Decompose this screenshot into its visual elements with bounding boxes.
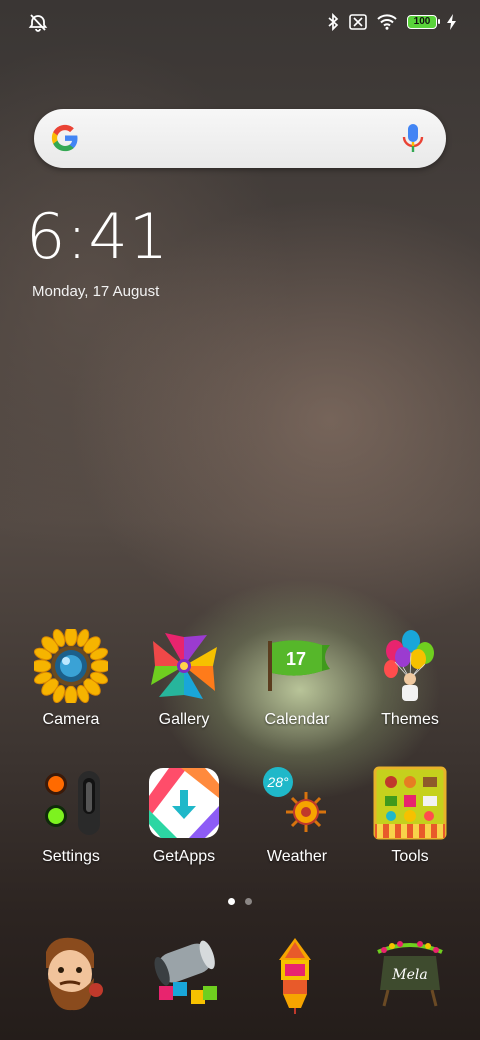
browser-lantern-icon[interactable]: [255, 934, 335, 1014]
app-weather[interactable]: 28° Weather: [237, 766, 357, 866]
voice-search-icon[interactable]: [402, 123, 424, 155]
google-search-bar[interactable]: [34, 109, 446, 168]
app-settings[interactable]: Settings: [11, 766, 131, 866]
bluetooth-icon: [328, 13, 339, 31]
app-label: Camera: [42, 711, 100, 728]
page-indicator-dot: [245, 898, 252, 905]
themes-balloons-icon: [373, 629, 447, 703]
no-sim-icon: [349, 14, 367, 30]
app-themes[interactable]: Themes: [350, 629, 470, 729]
app-label: Gallery: [158, 711, 210, 728]
status-icons: 100: [327, 12, 456, 32]
calendar-day: 17: [286, 649, 306, 669]
app-label: Weather: [266, 848, 328, 865]
getapps-icon: [147, 766, 221, 840]
contacts-icon[interactable]: [32, 934, 112, 1014]
weather-icon: 28°: [260, 766, 334, 840]
app-label: GetApps: [152, 848, 216, 865]
notes-sign-text: Mela: [391, 967, 427, 983]
app-getapps[interactable]: GetApps: [124, 766, 244, 866]
battery-level: 100: [413, 16, 431, 27]
app-label: Calendar: [264, 711, 330, 728]
settings-traffic-light-icon: [34, 766, 108, 840]
page-indicator-dot-active: [228, 898, 235, 905]
app-calendar[interactable]: 17 Calendar: [237, 629, 357, 729]
alarm-off-icon: [28, 14, 48, 32]
google-logo-icon: [51, 124, 78, 152]
notes-board-icon[interactable]: Mela: [370, 934, 450, 1014]
battery-icon: 100: [407, 15, 440, 29]
dock: Mela: [0, 930, 480, 1020]
app-gallery[interactable]: Gallery: [124, 629, 244, 729]
tools-folder-icon: [373, 766, 447, 840]
status-bar: 100: [0, 0, 480, 44]
app-label: Themes: [381, 711, 439, 728]
app-camera[interactable]: Camera: [11, 625, 131, 729]
clock-date[interactable]: Monday, 17 August: [32, 283, 159, 300]
wifi-icon: [377, 14, 397, 30]
gallery-pinwheel-icon: [147, 629, 221, 703]
app-label: Tools: [391, 848, 429, 865]
clock-time[interactable]: 6:41: [26, 200, 169, 273]
calendar-flag-icon: 17: [260, 629, 334, 703]
camera-icon: [30, 625, 112, 707]
app-label: Settings: [42, 848, 100, 865]
charging-icon: [447, 14, 456, 30]
app-tools-folder[interactable]: Tools: [350, 766, 470, 866]
weather-temp: 28°: [266, 774, 289, 790]
messages-icon[interactable]: [145, 934, 225, 1014]
